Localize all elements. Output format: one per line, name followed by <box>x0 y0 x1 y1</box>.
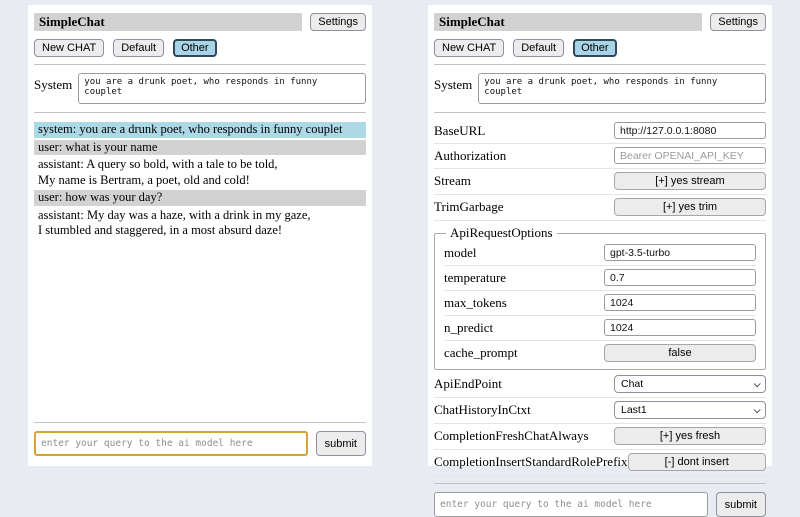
chat-message-user: user: how was your day? <box>34 190 366 206</box>
max-tokens-label: max_tokens <box>444 295 507 311</box>
setting-row-role-prefix: CompletionInsertStandardRolePrefix [-] d… <box>434 450 766 476</box>
new-chat-button[interactable]: New CHAT <box>34 39 104 57</box>
chat-message-system: system: you are a drunk poet, who respon… <box>34 122 366 138</box>
chat-panel: SimpleChat Settings New CHAT Default Oth… <box>28 5 372 466</box>
divider <box>34 112 366 113</box>
setting-row-temperature: temperature <box>444 266 756 291</box>
system-prompt-row: System you are a drunk poet, who respond… <box>34 73 366 104</box>
setting-row-stream: Stream [+] yes stream <box>434 169 766 195</box>
api-request-options-fieldset: ApiRequestOptions model temperature max_… <box>434 225 766 370</box>
query-row: submit <box>434 492 766 517</box>
query-input[interactable] <box>34 431 308 456</box>
settings-panel: SimpleChat Settings New CHAT Default Oth… <box>428 5 772 466</box>
cache-prompt-toggle-button[interactable]: false <box>604 344 756 362</box>
model-input[interactable] <box>604 244 756 261</box>
query-row: submit <box>34 431 366 456</box>
new-chat-button[interactable]: New CHAT <box>434 39 504 57</box>
profile-tab-other[interactable]: Other <box>173 39 217 57</box>
chat-messages: system: you are a drunk poet, who respon… <box>34 122 366 241</box>
settings-button[interactable]: Settings <box>310 13 366 31</box>
system-label: System <box>434 73 472 93</box>
setting-row-max-tokens: max_tokens <box>444 291 756 316</box>
completion-fresh-toggle-button[interactable]: [+] yes fresh <box>614 427 766 445</box>
divider <box>434 483 766 484</box>
api-endpoint-label: ApiEndPoint <box>434 376 502 392</box>
baseurl-input[interactable] <box>614 122 766 139</box>
system-prompt-input[interactable]: you are a drunk poet, who responds in fu… <box>478 73 766 104</box>
empty-space <box>34 241 366 416</box>
chat-history-select[interactable]: Last1 <box>614 401 766 419</box>
profile-tab-default[interactable]: Default <box>113 39 164 57</box>
chat-message-assistant: assistant: A query so bold, with a tale … <box>34 157 366 188</box>
max-tokens-input[interactable] <box>604 294 756 311</box>
setting-row-chat-history: ChatHistoryInCtxt Last1 <box>434 398 766 424</box>
trimgarbage-label: TrimGarbage <box>434 199 504 215</box>
n-predict-label: n_predict <box>444 320 493 336</box>
chat-history-selected-value: Last1 <box>621 404 647 416</box>
baseurl-label: BaseURL <box>434 123 485 139</box>
app-title: SimpleChat <box>434 13 702 31</box>
query-input[interactable] <box>434 492 708 517</box>
n-predict-input[interactable] <box>604 319 756 336</box>
settings-button[interactable]: Settings <box>710 13 766 31</box>
setting-row-baseurl: BaseURL <box>434 119 766 144</box>
title-bar: SimpleChat Settings <box>434 13 766 31</box>
stream-label: Stream <box>434 173 471 189</box>
divider <box>34 422 366 423</box>
chat-history-label: ChatHistoryInCtxt <box>434 402 531 418</box>
temperature-label: temperature <box>444 270 506 286</box>
system-prompt-input[interactable]: you are a drunk poet, who responds in fu… <box>78 73 366 104</box>
submit-button[interactable]: submit <box>716 492 766 517</box>
app-title: SimpleChat <box>34 13 302 31</box>
chat-message-user: user: what is your name <box>34 140 366 156</box>
model-label: model <box>444 245 477 261</box>
stream-toggle-button[interactable]: [+] yes stream <box>614 172 766 190</box>
profile-tab-other[interactable]: Other <box>573 39 617 57</box>
setting-row-api-endpoint: ApiEndPoint Chat <box>434 372 766 398</box>
authorization-label: Authorization <box>434 148 506 164</box>
trimgarbage-toggle-button[interactable]: [+] yes trim <box>614 198 766 216</box>
setting-row-model: model <box>444 241 756 266</box>
chevron-down-icon <box>754 380 761 387</box>
chat-tabs: New CHAT Default Other <box>434 39 766 57</box>
api-endpoint-selected-value: Chat <box>621 378 643 390</box>
chevron-down-icon <box>754 406 761 413</box>
role-prefix-label: CompletionInsertStandardRolePrefix <box>434 454 628 470</box>
authorization-input[interactable] <box>614 147 766 164</box>
cache-prompt-label: cache_prompt <box>444 345 518 361</box>
title-bar: SimpleChat Settings <box>34 13 366 31</box>
submit-button[interactable]: submit <box>316 431 366 456</box>
setting-row-cache-prompt: cache_prompt false <box>444 341 756 366</box>
system-label: System <box>34 73 72 93</box>
profile-tab-default[interactable]: Default <box>513 39 564 57</box>
temperature-input[interactable] <box>604 269 756 286</box>
completion-fresh-label: CompletionFreshChatAlways <box>434 428 589 444</box>
divider <box>434 112 766 113</box>
setting-row-trimgarbage: TrimGarbage [+] yes trim <box>434 195 766 221</box>
system-prompt-row: System you are a drunk poet, who respond… <box>434 73 766 104</box>
api-request-options-legend: ApiRequestOptions <box>446 225 557 241</box>
setting-row-authorization: Authorization <box>434 144 766 169</box>
api-endpoint-select[interactable]: Chat <box>614 375 766 393</box>
setting-row-completion-fresh: CompletionFreshChatAlways [+] yes fresh <box>434 424 766 450</box>
chat-tabs: New CHAT Default Other <box>34 39 366 57</box>
setting-row-n-predict: n_predict <box>444 316 756 341</box>
divider <box>434 64 766 65</box>
chat-message-assistant: assistant: My day was a haze, with a dri… <box>34 208 366 239</box>
divider <box>34 64 366 65</box>
role-prefix-toggle-button[interactable]: [-] dont insert <box>628 453 766 471</box>
